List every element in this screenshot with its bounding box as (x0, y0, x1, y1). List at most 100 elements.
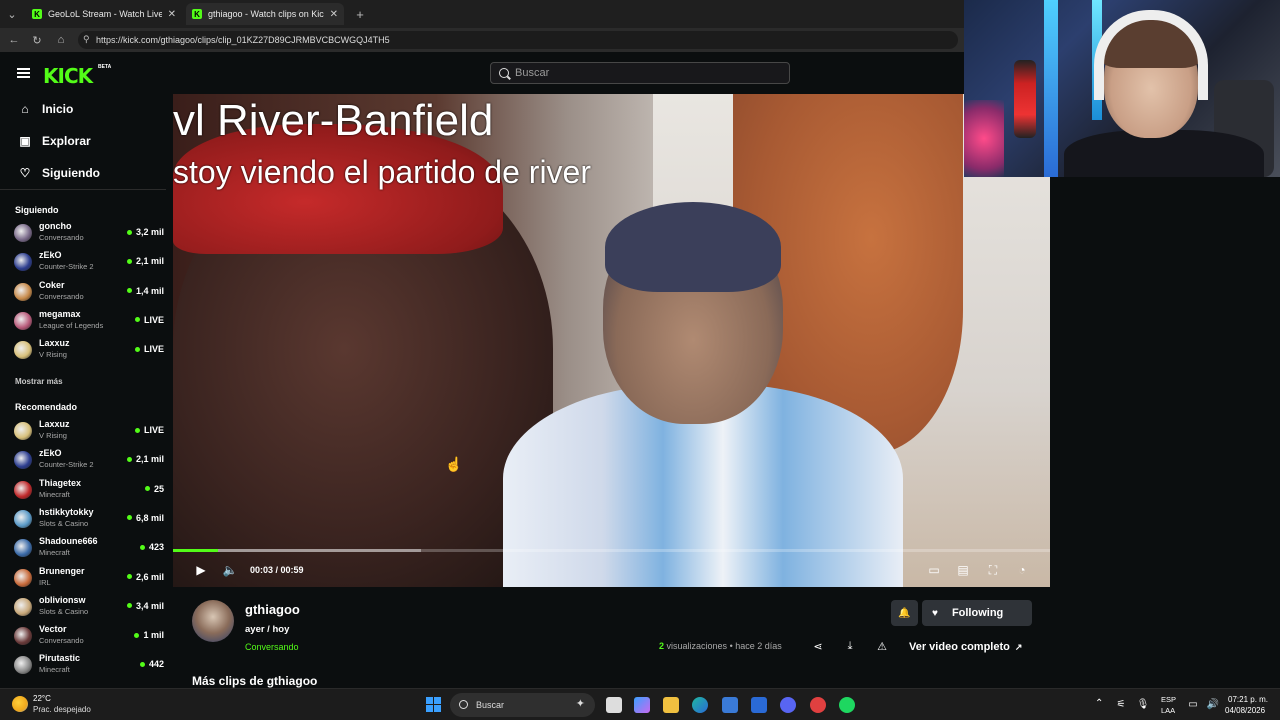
volume-icon[interactable]: 🔈 (222, 562, 238, 578)
channel-category: Slots & Casino (39, 606, 89, 616)
viewer-count: 1,4 mil (127, 286, 164, 296)
recommended-channel-zeko[interactable]: zEkO Counter-Strike 2 2,1 mil (14, 447, 164, 475)
app-icon[interactable] (810, 697, 826, 713)
recommended-channel-brunenger[interactable]: Brunenger IRL 2,6 mil (14, 565, 164, 593)
close-tab-icon[interactable]: ✕ (168, 9, 176, 20)
viewer-count: 6,8 mil (127, 513, 164, 523)
miniplayer-icon[interactable]: ▭ (926, 562, 942, 578)
download-icon[interactable]: ⤓ (843, 639, 857, 653)
task-view-icon[interactable] (606, 697, 622, 713)
progress-bar[interactable] (173, 549, 1050, 552)
weather-desc[interactable]: Prac. despejado (33, 705, 91, 714)
recommended-channel-hstikkytokky[interactable]: hstikkytokky Slots & Casino 6,8 mil (14, 506, 164, 534)
channel-name: oblivionsw (39, 594, 86, 605)
following-button[interactable]: ♥ Following (922, 600, 1032, 626)
discord-icon[interactable] (780, 697, 796, 713)
microphone-icon[interactable]: 🎙 (1137, 698, 1150, 710)
mail-icon[interactable] (751, 697, 767, 713)
theater-mode-icon[interactable]: ▤ (955, 562, 971, 578)
clock-date[interactable]: 04/08/2026 (1225, 706, 1265, 715)
channel-name: zEkO (39, 448, 62, 459)
refresh-icon[interactable]: ↻ (29, 32, 45, 48)
nav-siguiendo[interactable]: ♡ Siguiendo (18, 163, 100, 183)
network-icon[interactable]: ⚟ (1115, 698, 1127, 710)
bell-icon: 🔔 (898, 607, 911, 619)
home-icon[interactable]: ⌂ (53, 32, 69, 48)
play-icon[interactable]: ▶ (193, 562, 209, 578)
following-channel-goncho[interactable]: goncho Conversando 3,2 mil (14, 220, 164, 248)
dot-separator: • (729, 641, 733, 651)
search-input[interactable]: Buscar (490, 62, 790, 84)
video-player[interactable]: vl River-Banfield stoy viendo el partido… (173, 94, 1050, 587)
nav-inicio[interactable]: ⌂ Inicio (18, 99, 73, 119)
channel-name[interactable]: gthiagoo (245, 602, 300, 617)
weather-icon[interactable] (12, 696, 28, 712)
channel-avatar (14, 253, 32, 272)
tab-menu-chevron-icon[interactable]: ⌄ (4, 6, 20, 22)
file-explorer-icon[interactable] (663, 697, 679, 713)
time-display: 00:03 / 00:59 (250, 565, 304, 575)
following-channel-coker[interactable]: Coker Conversando 1,4 mil (14, 279, 164, 307)
tab-gthiagoo[interactable]: K gthiagoo - Watch clips on Kick ✕ (186, 3, 344, 25)
share-icon[interactable]: ⋖ (811, 639, 825, 653)
nav-explorar[interactable]: ▣ Explorar (18, 131, 90, 151)
back-icon[interactable]: ← (6, 32, 22, 48)
notification-bell-button[interactable]: 🔔 (891, 600, 918, 626)
start-button[interactable] (426, 697, 441, 712)
tab-geolol[interactable]: K GeoLoL Stream - Watch Live o ✕ (26, 3, 182, 25)
sidebar-divider (0, 189, 166, 190)
channel-category: V Rising (39, 350, 67, 360)
video-headphones (605, 202, 781, 292)
close-tab-icon[interactable]: ✕ (330, 9, 338, 20)
webcam-overlay (964, 0, 1280, 177)
language-indicator[interactable]: ESP (1161, 695, 1176, 704)
full-video-button[interactable]: Ver video completo ↗ (901, 634, 1032, 660)
more-clips-heading: Más clips de gthiagoo (192, 674, 318, 688)
copilot-icon[interactable] (634, 697, 650, 713)
playback-speed-icon[interactable]: ◔ (1014, 562, 1030, 578)
viewer-count: 3,2 mil (127, 227, 164, 237)
follow-label: Following (951, 607, 1004, 619)
recommended-channel-pirutastic[interactable]: Pirutastic Minecraft 442 (14, 652, 164, 680)
display-icon[interactable]: ▭ (1187, 698, 1199, 710)
kick-favicon-icon: K (32, 9, 42, 19)
kick-logo[interactable]: KICK (43, 64, 93, 88)
recommended-channel-shadoune666[interactable]: Shadoune666 Minecraft 423 (14, 535, 164, 563)
following-channel-zeko[interactable]: zEkO Counter-Strike 2 2,1 mil (14, 249, 164, 277)
volume-icon[interactable]: 🔊 (1207, 698, 1219, 710)
recommended-channel-thiagetex[interactable]: Thiagetex Minecraft 25 (14, 477, 164, 505)
recommended-heading: Recomendado (15, 402, 78, 412)
channel-name: Shadoune666 (39, 536, 98, 547)
taskbar-search[interactable]: Buscar ✦ (450, 693, 595, 717)
channel-avatar[interactable] (192, 600, 234, 642)
clock-time[interactable]: 07:21 p. m. (1228, 695, 1268, 704)
webcam-microphone (1014, 60, 1036, 138)
new-tab-button[interactable]: + (352, 6, 368, 22)
language-layout[interactable]: LAA (1161, 706, 1175, 715)
views-label: visualizaciones (666, 641, 728, 651)
following-channel-laxxuz[interactable]: Laxxuz V Rising LIVE (14, 337, 164, 365)
channel-name: Laxxuz (39, 419, 70, 429)
store-icon[interactable] (722, 697, 738, 713)
heart-icon: ♡ (19, 166, 31, 180)
following-channel-megamax[interactable]: megamax League of Legends LIVE (14, 308, 164, 336)
recommended-channel-vector[interactable]: Vector Conversando 1 mil (14, 623, 164, 651)
menu-icon[interactable] (17, 68, 30, 78)
channel-category: League of Legends (39, 320, 104, 330)
channel-category: Slots & Casino (39, 518, 89, 528)
site-info-icon[interactable]: ⚲ (83, 34, 90, 45)
url-field[interactable]: ⚲ https://kick.com/gthiagoo/clips/clip_0… (78, 31, 958, 49)
recommended-channel-oblivionsw[interactable]: oblivionsw Slots & Casino 3,4 mil (14, 594, 164, 622)
spotify-icon[interactable] (839, 697, 855, 713)
viewer-count: 442 (140, 659, 164, 669)
report-icon[interactable]: ⚠ (875, 639, 889, 653)
viewer-count: 3,4 mil (127, 601, 164, 611)
show-more-link[interactable]: Mostrar más (15, 377, 63, 386)
clip-category[interactable]: Conversando (245, 642, 299, 652)
edge-icon[interactable] (692, 697, 708, 713)
fullscreen-icon[interactable]: ⛶ (985, 562, 1001, 578)
weather-temp[interactable]: 22°C (33, 694, 51, 703)
tray-chevron-icon[interactable]: ⌃ (1095, 698, 1103, 709)
viewer-count: 2,1 mil (127, 454, 164, 464)
recommended-channel-laxxuz[interactable]: Laxxuz V Rising LIVE (14, 418, 164, 446)
